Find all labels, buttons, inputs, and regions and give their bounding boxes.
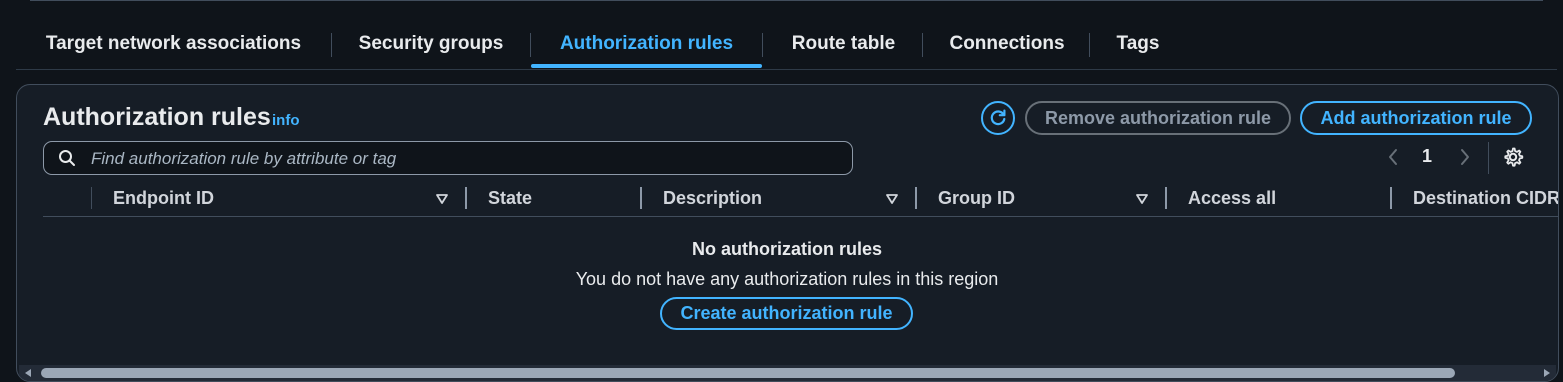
authorization-rules-panel: Authorization rules info Remove authoriz… [16,84,1559,382]
tab-separator [762,33,763,57]
sort-icon[interactable] [885,193,899,205]
column-header-state[interactable]: State [488,188,532,209]
info-link[interactable]: info [272,112,300,129]
chevron-right-icon[interactable] [1457,147,1473,167]
tab-tags[interactable]: Tags [1116,20,1160,68]
column-divider[interactable] [1165,187,1167,209]
tab-separator [331,33,332,57]
create-authorization-rule-button[interactable]: Create authorization rule [660,297,913,330]
empty-state-message: You do not have any authorization rules … [575,269,999,289]
scrollbar-thumb[interactable] [41,368,1455,378]
tab-security-groups[interactable]: Security groups [357,20,505,68]
column-header-destination-cidr[interactable]: Destination CIDR [1413,188,1558,209]
column-header-group-id[interactable]: Group ID [938,188,1015,209]
top-divider [30,0,1543,1]
sort-icon[interactable] [1135,193,1149,205]
horizontal-scrollbar[interactable] [19,365,1556,381]
column-divider[interactable] [465,187,467,209]
tab-target-network-associations[interactable]: Target network associations [42,20,305,68]
pager-divider [1488,142,1489,174]
scroll-left-arrow-icon[interactable] [23,368,33,378]
scroll-right-arrow-icon[interactable] [1542,368,1552,378]
column-divider [91,187,92,209]
column-header-description[interactable]: Description [663,188,762,209]
table-header-divider [43,216,1558,217]
tab-connections[interactable]: Connections [949,20,1065,68]
tab-bar: Target network associations Security gro… [16,20,1557,70]
column-divider[interactable] [640,187,642,209]
settings-gear-icon[interactable] [1502,146,1524,168]
chevron-left-icon[interactable] [1385,147,1401,167]
tab-separator [922,33,923,57]
top-divider-cap [1542,0,1543,1]
column-header-access-all[interactable]: Access all [1188,188,1276,209]
page-number[interactable]: 1 [1422,146,1432,167]
column-header-endpoint-id[interactable]: Endpoint ID [113,188,214,209]
sort-icon[interactable] [435,193,449,205]
tab-route-table[interactable]: Route table [789,20,898,68]
add-authorization-rule-button[interactable]: Add authorization rule [1300,101,1532,135]
tab-authorization-rules[interactable]: Authorization rules [531,20,762,68]
column-divider[interactable] [915,187,917,209]
search-input[interactable] [89,142,833,176]
search-icon [59,150,75,166]
search-box [43,141,853,176]
panel-title: Authorization rules [43,103,271,131]
empty-state-title: No authorization rules [691,239,882,259]
tab-separator [1089,33,1090,57]
remove-authorization-rule-button[interactable]: Remove authorization rule [1025,101,1291,135]
column-divider[interactable] [1390,187,1392,209]
refresh-button[interactable] [981,101,1015,135]
refresh-icon [990,109,1006,126]
